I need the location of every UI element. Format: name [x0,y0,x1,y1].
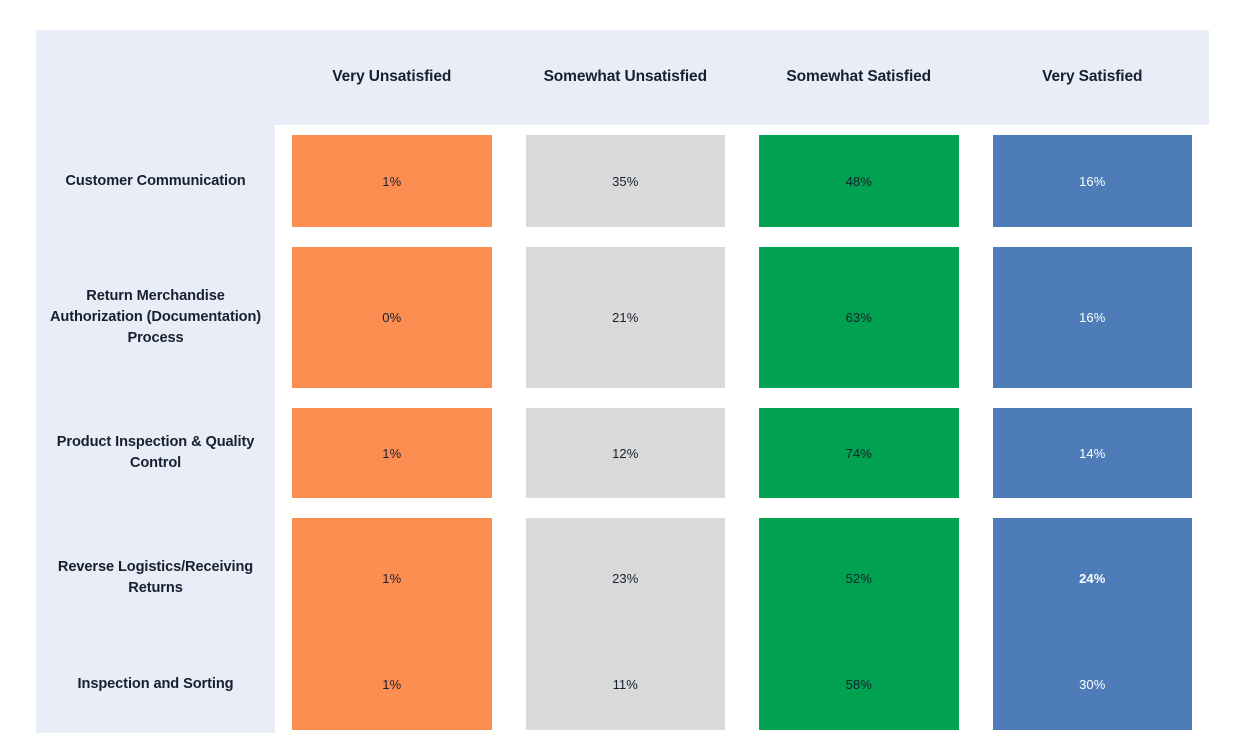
column-header-very-unsatisfied: Very Unsatisfied [275,30,509,125]
matrix-cell-value: 48% [845,173,872,189]
column-header-label: Very Unsatisfied [332,68,452,86]
row-label: Reverse Logistics/Receiving Returns [36,518,275,638]
matrix-cell-value: 30% [1079,676,1106,692]
matrix-cell-slot: 14% [976,408,1210,498]
matrix-row: 1% 23% 52% 24% [275,518,1209,638]
matrix-cell-slot: 16% [976,247,1210,388]
matrix-cell[interactable]: 16% [992,247,1192,388]
matrix-cell[interactable]: 12% [525,408,725,498]
matrix-row: 0% 21% 63% 16% [275,247,1209,388]
matrix-cell-value: 1% [382,173,402,189]
column-header-somewhat-satisfied: Somewhat Satisfied [742,30,976,125]
column-header-row: Very Unsatisfied Somewhat Unsatisfied So… [275,30,1209,125]
column-header-label: Somewhat Satisfied [786,68,932,86]
matrix-cell[interactable]: 11% [525,638,725,730]
row-label-text: Reverse Logistics/Receiving Returns [57,559,254,596]
matrix-cell[interactable]: 21% [525,247,725,388]
matrix-cell-slot: 21% [509,247,743,388]
matrix-cell-value: 1% [382,676,402,692]
column-header-label: Somewhat Unsatisfied [543,68,707,86]
matrix-cell-value: 16% [1079,173,1106,189]
matrix-cell-value: 74% [845,445,872,461]
matrix-row: 1% 11% 58% 30% [275,638,1209,730]
column-header-label: Very Satisfied [1042,68,1143,86]
matrix-cell-value: 0% [382,310,402,325]
matrix-cell[interactable]: 48% [759,135,959,227]
matrix-cell[interactable]: 1% [292,135,492,227]
matrix-cell-slot: 1% [275,518,509,638]
matrix-cell-value: 14% [1079,445,1106,461]
row-label: Inspection and Sorting [36,638,275,730]
matrix-cell-slot: 48% [742,135,976,227]
row-label: Customer Communication [36,135,275,227]
matrix-cell-value: 1% [382,570,402,586]
row-label-text: Inspection and Sorting [77,675,234,692]
matrix-cell-slot: 1% [275,408,509,498]
matrix-row: 1% 12% 74% 14% [275,408,1209,498]
satisfaction-matrix-chart: Very Unsatisfied Somewhat Unsatisfied So… [0,0,1250,750]
matrix-cell-slot: 1% [275,135,509,227]
row-label-column: Customer Communication Return Merchandise… [36,125,275,733]
matrix-cell-slot: 63% [742,247,976,388]
matrix-row: 1% 35% 48% 16% [275,135,1209,227]
matrix-cell-slot: 30% [976,638,1210,730]
matrix-cell[interactable]: 74% [759,408,959,498]
matrix-cell[interactable]: 35% [525,135,725,227]
matrix-cell-slot: 74% [742,408,976,498]
matrix-cell-slot: 12% [509,408,743,498]
matrix-cell-value: 24% [1079,570,1106,586]
matrix-cell-value: 12% [612,445,639,461]
matrix-cell-value: 35% [612,173,639,189]
matrix-cell[interactable]: 14% [992,408,1192,498]
row-label: Return Merchandise Authorization (Docume… [36,247,275,388]
row-label: Product Inspection & Quality Control [36,408,275,498]
matrix-cell[interactable]: 52% [759,518,959,638]
row-label-text: Return Merchandise Authorization (Docume… [49,288,262,346]
matrix-cell[interactable]: 58% [759,638,959,730]
matrix-cell[interactable]: 1% [292,408,492,498]
matrix-cell-value: 11% [612,676,638,692]
matrix-cell-value: 52% [845,570,872,586]
matrix-cell[interactable]: 1% [292,518,492,638]
column-header-somewhat-unsatisfied: Somewhat Unsatisfied [509,30,743,125]
matrix-cell-value: 63% [845,310,872,325]
row-label-text: Customer Communication [65,172,246,189]
matrix-cell-value: 1% [382,445,402,461]
matrix-cell[interactable]: 16% [992,135,1192,227]
matrix-cell-value: 21% [612,310,639,325]
matrix-cell-slot: 0% [275,247,509,388]
matrix-cell[interactable]: 1% [292,638,492,730]
matrix-cell[interactable]: 24% [992,518,1192,638]
matrix-cell-value: 58% [845,676,872,692]
matrix-cell-slot: 1% [275,638,509,730]
matrix-cell[interactable]: 63% [759,247,959,388]
matrix-cell-value: 23% [612,570,639,586]
matrix-cell[interactable]: 0% [292,247,492,388]
matrix-cell-slot: 58% [742,638,976,730]
matrix-cell-slot: 52% [742,518,976,638]
matrix-cell-slot: 35% [509,135,743,227]
matrix-cell-slot: 23% [509,518,743,638]
column-header-very-satisfied: Very Satisfied [976,30,1210,125]
matrix-cell[interactable]: 23% [525,518,725,638]
matrix-plot-area: 1% 35% 48% 16% 0% 21% 63% 16% 1% 12% 74% 14% 1% 23% 52… [275,125,1209,733]
matrix-cell-slot: 11% [509,638,743,730]
row-label-text: Product Inspection & Quality Control [56,434,255,471]
matrix-cell-slot: 16% [976,135,1210,227]
matrix-cell-slot: 24% [976,518,1210,638]
matrix-cell-value: 16% [1079,310,1106,325]
matrix-cell[interactable]: 30% [992,638,1192,730]
